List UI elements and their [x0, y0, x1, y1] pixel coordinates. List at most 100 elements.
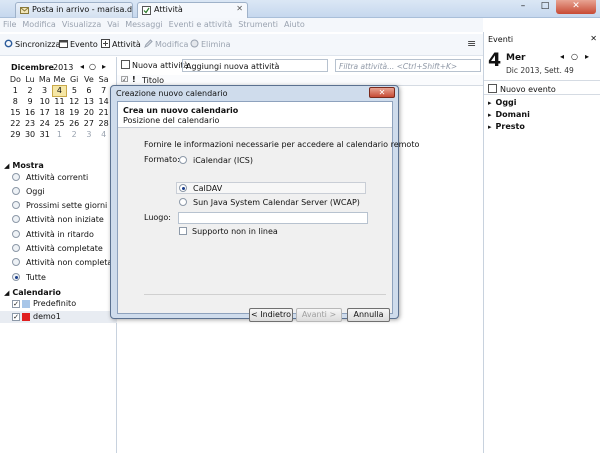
tab-inbox[interactable]: Posta in arrivo - marisa.dalla...	[15, 2, 133, 18]
week-row: 22 23 24 25 26 27 28	[8, 118, 111, 129]
new-task-button[interactable]: Nuova attività	[121, 60, 189, 70]
event-group-soon[interactable]: ▸ Presto	[488, 122, 525, 131]
delete-button[interactable]: Elimina	[190, 39, 231, 49]
dialog-close-button[interactable]: ✕	[369, 87, 395, 98]
title-column-label[interactable]: Titolo	[142, 76, 164, 85]
offline-support-checkbox[interactable]: Supporto non in linea	[179, 227, 278, 236]
completed-column-icon[interactable]: ☑	[121, 75, 128, 84]
format-option-caldav[interactable]: CalDAV	[179, 184, 222, 193]
day-cell[interactable]: 15	[8, 107, 23, 118]
maximize-button[interactable]: □	[534, 0, 556, 14]
prev-month-icon[interactable]: ◂	[80, 62, 84, 71]
next-button[interactable]: Avanti >	[296, 308, 342, 322]
day-cell[interactable]: 30	[23, 129, 38, 140]
day-cell[interactable]: 3	[37, 85, 52, 96]
task-filter-input[interactable]: Filtra attività... <Ctrl+Shift+K>	[335, 59, 481, 72]
minical-month[interactable]: Dicembre	[11, 63, 54, 72]
show-section-header[interactable]: ◢ Mostra	[4, 161, 44, 170]
day-cell[interactable]: 11	[52, 96, 67, 107]
filter-option-overdue[interactable]: Attività in ritardo	[12, 230, 94, 239]
filter-option-all[interactable]: Tutte	[12, 273, 46, 282]
filter-option-next7[interactable]: Prossimi sette giorni	[12, 201, 107, 210]
checkbox-checked-icon[interactable]: ✓	[12, 300, 20, 308]
app-menu-icon[interactable]: ≡	[467, 38, 476, 49]
day-cell[interactable]: 9	[23, 96, 38, 107]
filter-option-notstarted[interactable]: Attività non iniziate	[12, 215, 104, 224]
day-cell[interactable]: 24	[37, 118, 52, 129]
tab-tasks[interactable]: Attività ✕	[137, 2, 248, 18]
day-cell[interactable]: 25	[52, 118, 67, 129]
event-group-today[interactable]: ▸ Oggi	[488, 98, 517, 107]
quick-add-task-input[interactable]: Aggiungi nuova attività	[182, 59, 328, 72]
filter-option-completed[interactable]: Attività completate	[12, 244, 103, 253]
close-pane-icon[interactable]: ✕	[590, 34, 597, 43]
day-cell[interactable]: 8	[8, 96, 23, 107]
checkbox-checked-icon[interactable]: ✓	[12, 313, 20, 321]
back-button[interactable]: < Indietro	[249, 308, 293, 322]
day-cell[interactable]: 10	[37, 96, 52, 107]
minical-year[interactable]: 2013	[53, 63, 73, 72]
day-cell[interactable]: 2	[23, 85, 38, 96]
filter-option-today[interactable]: Oggi	[12, 187, 45, 196]
calendar-item-selected[interactable]: ✓ demo1	[0, 311, 117, 323]
menu-help[interactable]: Aiuto	[281, 18, 308, 29]
next-day-icon[interactable]: ▸	[585, 52, 589, 61]
day-cell[interactable]: 27	[82, 118, 97, 129]
filter-option-current[interactable]: Attività correnti	[12, 173, 88, 182]
menu-events-tasks[interactable]: Eventi e attività	[166, 18, 236, 29]
day-cell[interactable]: 28	[96, 118, 111, 129]
new-event-button[interactable]: Evento	[59, 39, 98, 49]
day-cell[interactable]: 5	[67, 85, 82, 96]
day-cell[interactable]: 7	[96, 85, 111, 96]
minimize-button[interactable]: –	[512, 0, 534, 14]
calendar-section-header[interactable]: ◢ Calendario	[4, 288, 61, 297]
day-cell[interactable]: 31	[37, 129, 52, 140]
menu-tools[interactable]: Strumenti	[235, 18, 281, 29]
day-cell[interactable]: 14	[96, 96, 111, 107]
priority-column-icon[interactable]: !	[132, 75, 136, 84]
event-group-tomorrow[interactable]: ▸ Domani	[488, 110, 530, 119]
day-cell-next-month[interactable]: 3	[82, 129, 97, 140]
day-cell[interactable]: 29	[8, 129, 23, 140]
day-cell[interactable]: 23	[23, 118, 38, 129]
day-cell-next-month[interactable]: 2	[67, 129, 82, 140]
format-option-ics[interactable]: iCalendar (ICS)	[179, 156, 253, 165]
day-cell-next-month[interactable]: 1	[52, 129, 67, 140]
location-input[interactable]	[178, 212, 368, 224]
menu-file[interactable]: File	[0, 18, 19, 29]
today-circle-icon[interactable]: ○	[89, 62, 96, 71]
cancel-button[interactable]: Annulla	[347, 308, 390, 322]
prev-day-icon[interactable]: ◂	[560, 52, 564, 61]
next-month-icon[interactable]: ▸	[102, 62, 106, 71]
day-cell[interactable]: 19	[67, 107, 82, 118]
menu-view[interactable]: Visualizza	[59, 18, 104, 29]
day-cell-next-month[interactable]: 4	[96, 129, 111, 140]
day-cell[interactable]: 1	[8, 85, 23, 96]
day-cell[interactable]: 18	[52, 107, 67, 118]
today-cell[interactable]: 4	[51, 84, 68, 97]
day-cell[interactable]: 6	[82, 85, 97, 96]
day-cell[interactable]: 17	[37, 107, 52, 118]
filter-option-notcompleted[interactable]: Attività non completate	[12, 258, 120, 267]
edit-button[interactable]: Modifica	[144, 39, 188, 49]
expand-triangle-icon: ▸	[488, 111, 492, 119]
day-cell[interactable]: 13	[82, 96, 97, 107]
day-cell[interactable]: 16	[23, 107, 38, 118]
new-event-pane-button[interactable]: Nuovo evento	[484, 80, 600, 95]
day-cell[interactable]: 21	[96, 107, 111, 118]
dialog-info-text: Fornire le informazioni necessarie per a…	[144, 140, 420, 149]
new-task-toolbar-button[interactable]: Attività	[101, 39, 141, 49]
format-option-wcap[interactable]: Sun Java System Calendar Server (WCAP)	[179, 198, 360, 207]
window-close-button[interactable]: ✕	[556, 0, 596, 14]
today-circle-icon[interactable]: ○	[571, 52, 578, 61]
sync-button[interactable]: Sincronizza	[4, 39, 60, 49]
menu-edit[interactable]: Modifica	[19, 18, 58, 29]
menu-go[interactable]: Vai	[104, 18, 122, 29]
menu-messages[interactable]: Messaggi	[122, 18, 165, 29]
day-cell[interactable]: 26	[67, 118, 82, 129]
day-cell[interactable]: 20	[82, 107, 97, 118]
day-cell[interactable]: 12	[67, 96, 82, 107]
calendar-item[interactable]: ✓ Predefinito	[0, 298, 117, 310]
close-tab-icon[interactable]: ✕	[236, 4, 243, 13]
day-cell[interactable]: 22	[8, 118, 23, 129]
